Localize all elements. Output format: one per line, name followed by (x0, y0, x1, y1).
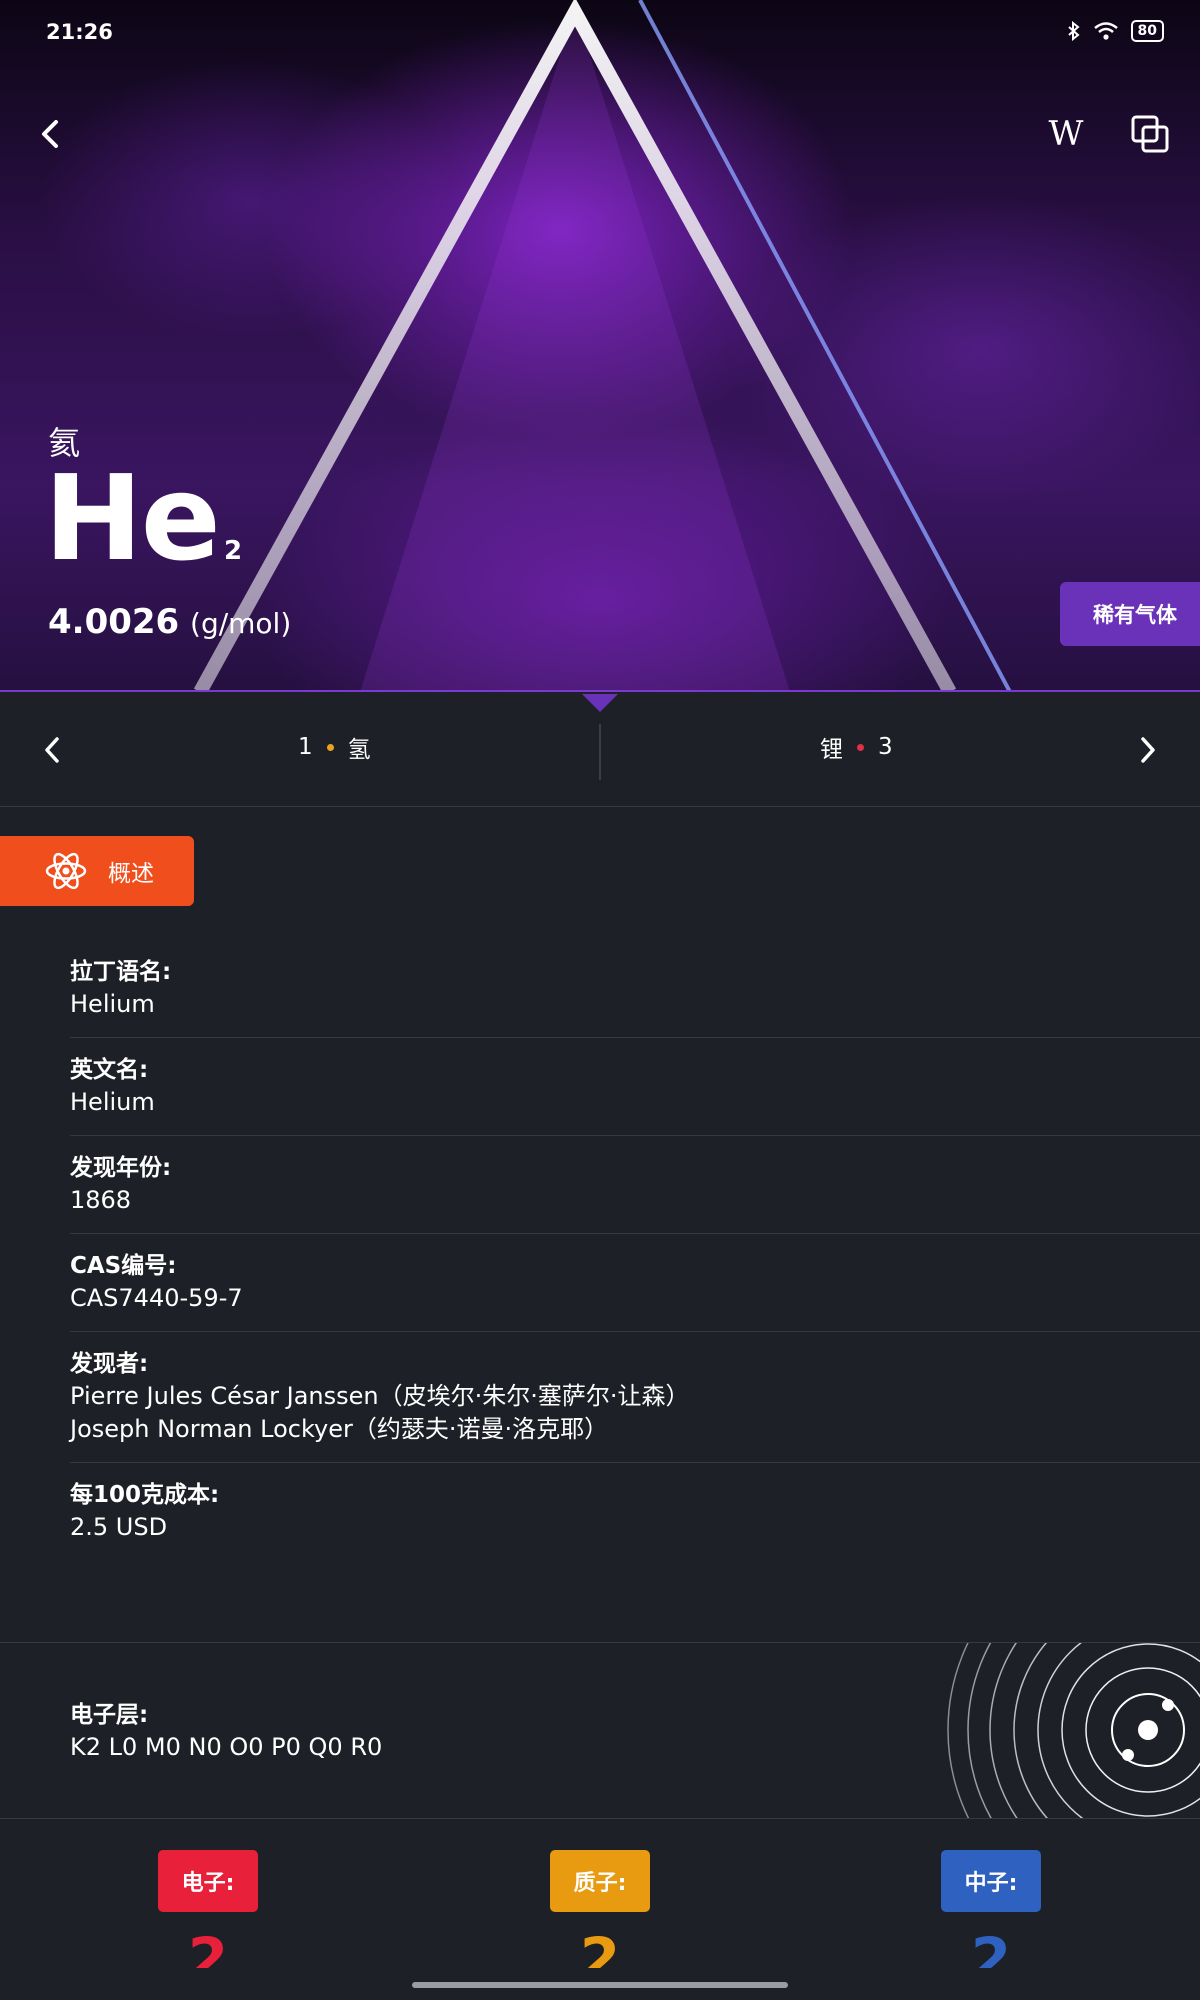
info-label: CAS编号: (70, 1253, 177, 1279)
element-symbol: He (44, 449, 221, 587)
info-cost: 每100克成本: 2.5 USD (70, 1463, 1200, 1560)
next-element-dot (857, 743, 864, 751)
info-cas-number: CAS编号: CAS7440-59-7 (70, 1234, 1200, 1332)
neutron-count: 中子: 2 (941, 1850, 1041, 1968)
info-english-name: 英文名: Helium (70, 1038, 1200, 1136)
info-value: Helium (70, 990, 155, 1018)
wifi-icon (1093, 22, 1118, 40)
tab-overview-label: 概述 (108, 861, 154, 887)
atomic-number: 2 (224, 536, 243, 566)
info-label: 英文名: (70, 1057, 149, 1083)
atom-shell-diagram (947, 1643, 1200, 1818)
prev-element-name: 氢 (347, 737, 371, 763)
electron-badge: 电子: (158, 1850, 258, 1912)
info-value: 1868 (70, 1186, 132, 1214)
prev-element-dot (326, 743, 334, 751)
info-value: Helium (70, 1088, 155, 1116)
home-indicator[interactable] (412, 1982, 788, 1988)
nav-divider (599, 724, 601, 780)
next-element-name: 锂 (820, 737, 843, 763)
expand-icon (1131, 115, 1169, 153)
chevron-left-icon (45, 737, 59, 763)
proton-badge: 质子: (550, 1850, 650, 1912)
neutron-badge: 中子: (941, 1850, 1041, 1912)
atomic-mass: 4.0026 (g/mol) (48, 602, 291, 642)
status-time: 21:26 (46, 20, 113, 44)
battery-indicator: 80 (1130, 20, 1164, 42)
prev-element-link[interactable]: 1 氢 (298, 730, 371, 764)
next-element-button[interactable] (1120, 722, 1176, 778)
info-discoverers: 发现者: Pierre Jules César Janssen（皮埃尔·朱尔·塞… (70, 1332, 1200, 1463)
atom-icon (45, 852, 87, 890)
bluetooth-icon (1067, 21, 1080, 41)
proton-count-value: 2 (579, 1925, 621, 1968)
info-value: Pierre Jules César Janssen（皮埃尔·朱尔·塞萨尔·让森… (70, 1382, 690, 1410)
info-value: CAS7440-59-7 (70, 1284, 243, 1312)
shell-value: K2 L0 M0 N0 O0 P0 Q0 R0 (70, 1733, 383, 1761)
prev-element-button[interactable] (24, 722, 80, 778)
fullscreen-button[interactable] (1122, 106, 1178, 162)
neutron-count-value: 2 (970, 1925, 1012, 1968)
info-label: 发现者: (70, 1351, 149, 1377)
info-label: 发现年份: (70, 1155, 172, 1181)
particle-counts: 电子: 2 质子: 2 中子: 2 (0, 1818, 1200, 1968)
back-button[interactable] (22, 106, 78, 162)
info-discovery-year: 发现年份: 1868 (70, 1136, 1200, 1234)
wikipedia-button[interactable]: W (1038, 106, 1094, 162)
atomic-mass-value: 4.0026 (48, 602, 180, 642)
triangle-art (193, 0, 1012, 692)
tab-overview[interactable]: 概述 (0, 836, 194, 906)
electron-count-value: 2 (187, 1925, 229, 1968)
info-latin-name: 拉丁语名: Helium (70, 940, 1200, 1038)
status-icons: 80 (1067, 20, 1164, 42)
category-badge[interactable]: 稀有气体 (1060, 582, 1200, 646)
proton-count: 质子: 2 (550, 1850, 650, 1968)
prev-element-number: 1 (298, 734, 313, 760)
electron-shell-section: 电子层: K2 L0 M0 N0 O0 P0 Q0 R0 (0, 1642, 1200, 1819)
electron-count: 电子: 2 (158, 1850, 258, 1968)
info-value: 2.5 USD (70, 1513, 168, 1541)
next-element-link[interactable]: 锂 3 (820, 730, 893, 764)
shell-label: 电子层: (70, 1702, 149, 1728)
info-value-secondary: Joseph Norman Lockyer（约瑟夫·诺曼·洛克耶） (70, 1415, 609, 1443)
hero-divider (0, 690, 1200, 692)
info-label: 拉丁语名: (70, 959, 172, 985)
element-info-list: 拉丁语名: Helium 英文名: Helium 发现年份: 1868 CAS编… (70, 940, 1200, 1560)
info-label: 每100克成本: (70, 1482, 220, 1508)
electron-shell-info: 电子层: K2 L0 M0 N0 O0 P0 Q0 R0 (70, 1699, 382, 1764)
chevron-right-icon (1141, 737, 1155, 763)
status-bar: 21:26 80 (0, 0, 1200, 66)
chevron-left-icon (42, 120, 58, 148)
atomic-mass-unit: (g/mol) (190, 607, 292, 640)
element-hero-banner (0, 0, 1200, 692)
wikipedia-icon: W (1048, 114, 1084, 154)
element-nav: 1 氢 锂 3 (0, 694, 1200, 807)
next-element-number: 3 (878, 734, 893, 760)
